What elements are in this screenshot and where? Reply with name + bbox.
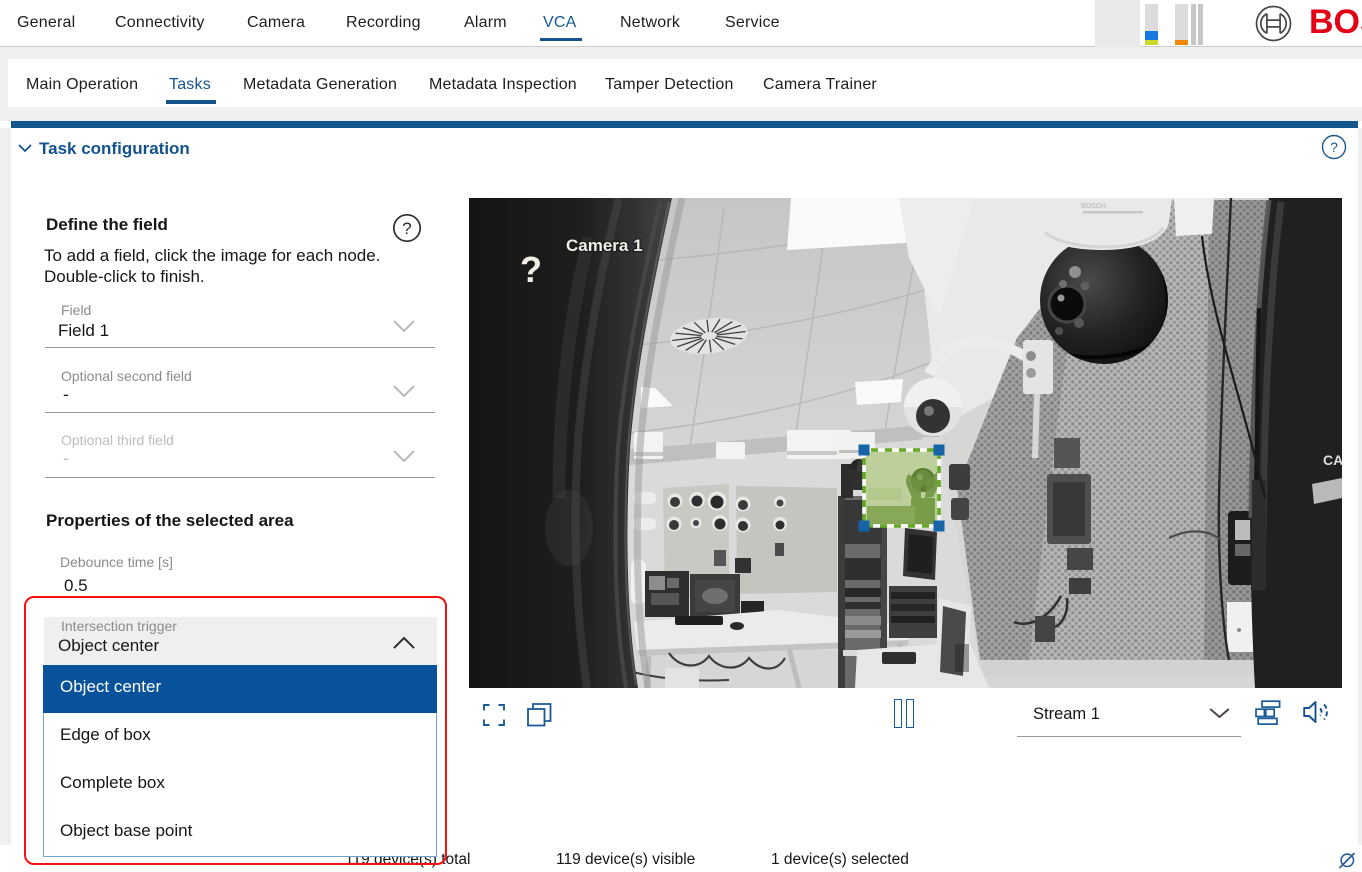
svg-text:?: ? — [402, 219, 411, 238]
svg-text:BOSCH: BOSCH — [1081, 203, 1106, 210]
svg-text:CA: CA — [1323, 452, 1342, 468]
svg-text:?: ? — [520, 249, 542, 290]
svg-text:?: ? — [1330, 139, 1338, 155]
svg-text:Camera 1: Camera 1 — [566, 236, 643, 255]
